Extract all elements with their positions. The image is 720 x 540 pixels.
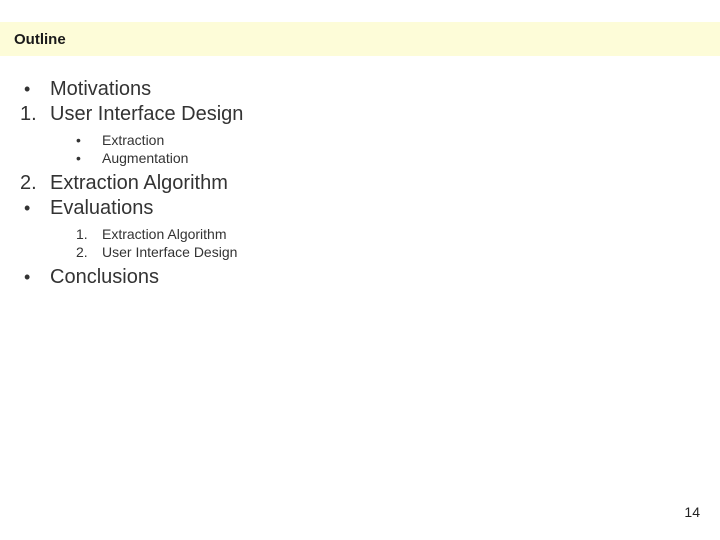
bullet-icon: • xyxy=(72,150,102,166)
title-band: Outline xyxy=(0,22,720,56)
outline-label: Extraction xyxy=(102,132,164,148)
outline-label: User Interface Design xyxy=(102,244,237,260)
outline-subitem-extraction: • Extraction xyxy=(72,132,694,148)
outline-label: Extraction Algorithm xyxy=(102,226,227,242)
list-number: 2. xyxy=(72,244,102,260)
outline-label: Augmentation xyxy=(102,150,188,166)
outline-content: • Motivations 1. User Interface Design •… xyxy=(14,78,694,291)
outline-label: Conclusions xyxy=(50,266,159,289)
outline-label: Extraction Algorithm xyxy=(50,172,228,195)
outline-label: Evaluations xyxy=(50,197,153,220)
slide-title: Outline xyxy=(14,31,66,48)
outline-sublist-evaluations: 1. Extraction Algorithm 2. User Interfac… xyxy=(72,226,694,260)
list-number: 1. xyxy=(14,103,50,126)
list-number: 2. xyxy=(14,172,50,195)
outline-subitem-eval-extraction: 1. Extraction Algorithm xyxy=(72,226,694,242)
outline-label: Motivations xyxy=(50,78,151,101)
bullet-icon: • xyxy=(14,79,50,100)
outline-item-conclusions: • Conclusions xyxy=(14,266,694,289)
page-number: 14 xyxy=(684,504,700,520)
outline-subitem-augmentation: • Augmentation xyxy=(72,150,694,166)
outline-item-evaluations: • Evaluations xyxy=(14,197,694,220)
outline-label: User Interface Design xyxy=(50,103,243,126)
outline-item-extraction-algorithm: 2. Extraction Algorithm xyxy=(14,172,694,195)
outline-subitem-eval-uid: 2. User Interface Design xyxy=(72,244,694,260)
outline-sublist-uid: • Extraction • Augmentation xyxy=(72,132,694,166)
bullet-icon: • xyxy=(72,132,102,148)
outline-item-motivations: • Motivations xyxy=(14,78,694,101)
outline-item-user-interface-design: 1. User Interface Design xyxy=(14,103,694,126)
bullet-icon: • xyxy=(14,267,50,288)
bullet-icon: • xyxy=(14,198,50,219)
slide: Outline • Motivations 1. User Interface … xyxy=(0,0,720,540)
list-number: 1. xyxy=(72,226,102,242)
